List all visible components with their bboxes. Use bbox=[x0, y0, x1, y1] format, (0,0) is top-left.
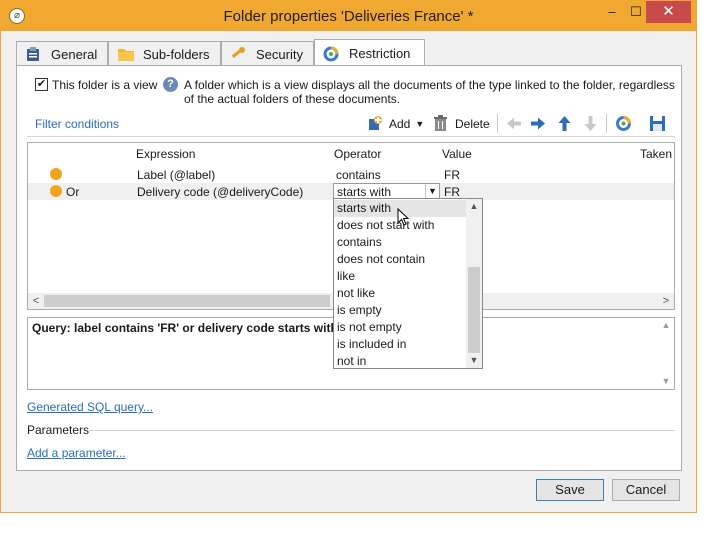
or-condition-icon bbox=[50, 185, 62, 197]
operator-combobox-value: starts with bbox=[337, 185, 392, 199]
clipboard-icon bbox=[25, 46, 41, 62]
row-value[interactable]: FR bbox=[444, 168, 460, 182]
row-expression: Label (@label) bbox=[137, 168, 216, 182]
floppy-disk-icon bbox=[649, 115, 666, 135]
scrollbar-thumb[interactable] bbox=[468, 267, 480, 353]
title-bar[interactable]: ⌀ Folder properties 'Deliveries France' … bbox=[1, 1, 696, 31]
arrow-left-icon bbox=[505, 115, 522, 135]
column-header-operator[interactable]: Operator bbox=[334, 147, 381, 161]
key-icon bbox=[230, 46, 246, 62]
parameters-heading: Parameters bbox=[27, 423, 90, 437]
dropdown-option[interactable]: not in bbox=[334, 353, 467, 370]
condition-dot-icon bbox=[50, 168, 62, 180]
dropdown-option[interactable]: contains bbox=[334, 234, 467, 251]
toolbar-separator bbox=[497, 114, 498, 133]
tab-restriction-label: Restriction bbox=[349, 46, 411, 61]
filter-toolbar: Filter conditions Add ▼ Delete bbox=[27, 110, 675, 137]
tab-sub-folders-label: Sub-folders bbox=[143, 46, 210, 62]
dropdown-option[interactable]: is empty bbox=[334, 302, 467, 319]
tab-security-label: Security bbox=[256, 46, 303, 62]
arrow-up-icon bbox=[556, 115, 573, 135]
add-condition-icon bbox=[367, 115, 384, 132]
add-button[interactable]: Add ▼ bbox=[367, 115, 424, 132]
dropdown-option[interactable]: like bbox=[334, 268, 467, 285]
close-button[interactable]: ✕ bbox=[646, 1, 691, 23]
tab-general[interactable]: General bbox=[16, 41, 108, 66]
tab-security[interactable]: Security bbox=[221, 41, 314, 66]
tab-restriction[interactable]: Restriction bbox=[314, 39, 425, 67]
divider bbox=[89, 430, 675, 431]
scroll-up-arrow-icon[interactable]: ▲ bbox=[658, 320, 674, 330]
scroll-up-arrow-icon[interactable]: ▲ bbox=[466, 201, 482, 211]
query-text: Query: label contains 'FR' or delivery c… bbox=[32, 321, 352, 335]
filter-conditions-label: Filter conditions bbox=[35, 117, 120, 131]
view-checkbox-label[interactable]: This folder is a view bbox=[52, 78, 157, 92]
column-header-expression[interactable]: Expression bbox=[136, 147, 195, 161]
scroll-down-arrow-icon[interactable]: ▼ bbox=[466, 355, 482, 365]
restriction-icon bbox=[323, 46, 339, 62]
query-vertical-scrollbar[interactable]: ▲ ▼ bbox=[658, 318, 674, 389]
row-expression: Delivery code (@deliveryCode) bbox=[137, 185, 304, 199]
arrow-down-icon bbox=[582, 115, 599, 135]
window-title: Folder properties 'Deliveries France' * bbox=[223, 8, 474, 25]
restriction-tool-icon bbox=[615, 115, 632, 135]
save-button[interactable]: Save bbox=[536, 479, 604, 501]
folder-icon bbox=[117, 46, 134, 62]
row-operator[interactable]: contains bbox=[336, 168, 381, 182]
minimize-button[interactable]: – bbox=[599, 1, 625, 23]
dropdown-option[interactable]: does not contain bbox=[334, 251, 467, 268]
save-filter-button[interactable] bbox=[649, 115, 666, 135]
row-value[interactable]: FR bbox=[444, 185, 460, 199]
restriction-tool-button[interactable] bbox=[615, 115, 632, 135]
delete-button[interactable]: Delete bbox=[433, 115, 490, 132]
chevron-down-icon[interactable]: ▼ bbox=[425, 184, 439, 199]
row-prefix: Or bbox=[66, 185, 80, 199]
mouse-pointer-icon bbox=[397, 207, 410, 229]
view-checkbox[interactable]: ✔ bbox=[35, 78, 48, 91]
scrollbar-thumb[interactable] bbox=[44, 295, 330, 307]
help-icon: ? bbox=[163, 77, 178, 92]
scroll-left-arrow-icon[interactable]: < bbox=[28, 293, 44, 309]
dropdown-scrollbar[interactable]: ▲ ▼ bbox=[466, 199, 482, 368]
delete-label: Delete bbox=[455, 116, 490, 131]
column-header-taken[interactable]: Taken bbox=[640, 147, 672, 161]
add-label: Add bbox=[389, 116, 411, 131]
move-left-button[interactable] bbox=[505, 115, 522, 135]
scroll-right-arrow-icon[interactable]: > bbox=[658, 293, 674, 309]
move-up-button[interactable] bbox=[556, 115, 573, 135]
condition-row[interactable]: Label (@label) contains FR bbox=[28, 166, 674, 183]
dropdown-option[interactable]: is not empty bbox=[334, 319, 467, 336]
move-down-button[interactable] bbox=[582, 115, 599, 135]
toolbar-separator bbox=[606, 114, 607, 133]
column-header-value[interactable]: Value bbox=[442, 147, 472, 161]
cancel-button[interactable]: Cancel bbox=[612, 479, 680, 501]
chevron-down-icon[interactable]: ▼ bbox=[415, 119, 424, 129]
add-parameter-link[interactable]: Add a parameter... bbox=[27, 446, 126, 460]
scroll-down-arrow-icon[interactable]: ▼ bbox=[658, 376, 674, 386]
dropdown-option[interactable]: is included in bbox=[334, 336, 467, 353]
move-right-button[interactable] bbox=[530, 115, 547, 135]
arrow-right-icon bbox=[530, 115, 547, 135]
tab-general-label: General bbox=[51, 46, 98, 62]
tab-sub-folders[interactable]: Sub-folders bbox=[108, 41, 221, 66]
trash-icon bbox=[433, 115, 450, 132]
dropdown-option[interactable]: not like bbox=[334, 285, 467, 302]
view-help-text: A folder which is a view displays all th… bbox=[184, 78, 675, 106]
generated-sql-link[interactable]: Generated SQL query... bbox=[27, 400, 153, 414]
